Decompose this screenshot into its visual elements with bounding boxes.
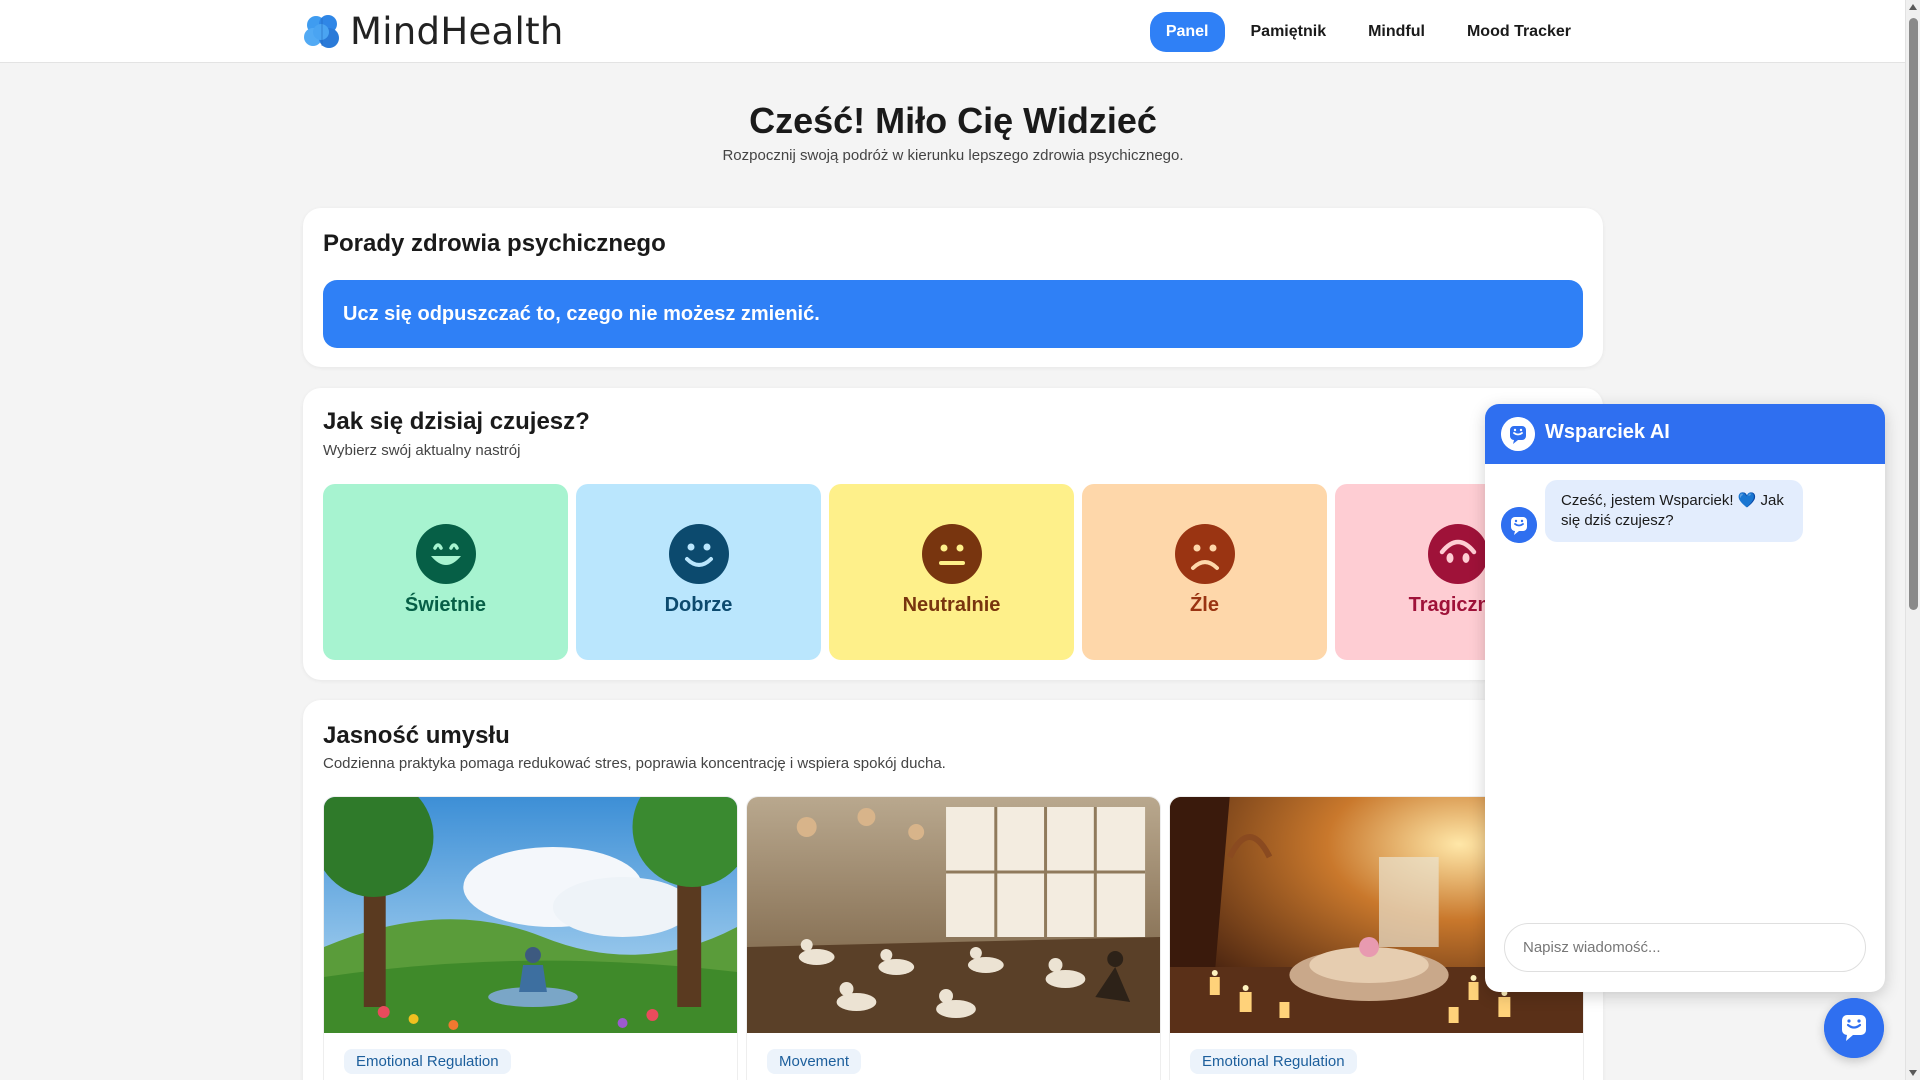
tip-banner: Ucz się odpuszczać to, czego nie możesz … (323, 280, 1583, 348)
practice-cards: Emotional Regulation Movement Emotional … (323, 796, 1584, 1080)
mood-option-great[interactable]: Świetnie (323, 484, 568, 660)
nav-mood-tracker[interactable]: Mood Tracker (1451, 12, 1587, 52)
page-subtitle: Rozpocznij swoją podróż w kierunku lepsz… (722, 147, 1184, 164)
chat-message-input[interactable] (1504, 923, 1866, 972)
mood-subtitle: Wybierz swój aktualny nastrój (323, 442, 521, 459)
chat-title: Wsparciek AI (1545, 421, 1670, 443)
mood-label-great: Świetnie (404, 594, 487, 616)
mood-card: Jak się dzisiaj czujesz? Wybierz swój ak… (303, 388, 1603, 680)
chat-toggle-button[interactable] (1824, 998, 1884, 1058)
page-title: Cześć! Miło Cię Widzieć (749, 100, 1157, 141)
smile-icon (668, 524, 729, 584)
chat-bot-icon (1501, 417, 1535, 451)
nav-panel[interactable]: Panel (1149, 12, 1225, 52)
main-nav: Panel Pamiętnik Mindful Mood Tracker (1149, 12, 1587, 52)
mood-label-bad: Źle (1190, 594, 1219, 616)
tips-title: Porady zdrowia psychicznego (323, 230, 666, 257)
chat-header: Wsparciek AI (1485, 404, 1885, 464)
mood-label-good: Dobrze (664, 594, 733, 616)
app-logo[interactable]: MindHealth (302, 10, 564, 53)
mood-option-bad[interactable]: Źle (1082, 484, 1327, 660)
bot-avatar-icon (1501, 507, 1537, 543)
tips-card: Porady zdrowia psychicznego Ucz się odpu… (303, 208, 1603, 367)
scrollbar-thumb[interactable] (1909, 18, 1918, 610)
brain-logo-icon (304, 14, 339, 48)
nav-mindful[interactable]: Mindful (1352, 12, 1441, 52)
nav-pamietnik[interactable]: Pamiętnik (1235, 12, 1343, 52)
app-name: MindHealth (350, 10, 564, 53)
neutral-face-icon (921, 524, 982, 584)
frown-icon (1174, 524, 1235, 584)
practice-card[interactable]: Emotional Regulation (323, 796, 738, 1080)
scroll-down-icon[interactable] (1909, 1070, 1917, 1076)
sad-face-icon (1427, 524, 1488, 584)
practice-tag: Emotional Regulation (344, 1049, 511, 1074)
mood-option-neutral[interactable]: Neutralnie (829, 484, 1074, 660)
clarity-title: Jasność umysłu (323, 722, 510, 749)
practice-tag: Movement (767, 1049, 862, 1074)
mood-title: Jak się dzisiaj czujesz? (323, 408, 590, 435)
mood-option-good[interactable]: Dobrze (576, 484, 821, 660)
bot-message: Cześć, jestem Wsparciek! 💙 Jak się dziś … (1545, 480, 1803, 542)
mood-label-neutral: Neutralnie (902, 594, 1001, 616)
page-scrollbar[interactable] (1905, 0, 1920, 1080)
grin-icon (415, 524, 476, 584)
yoga-studio-image (747, 797, 1160, 1033)
scroll-up-icon[interactable] (1909, 4, 1917, 10)
mood-options: Świetnie Dobrze Neutralnie Źle Tragiczni… (323, 484, 1580, 660)
top-header: MindHealth Panel Pamiętnik Mindful Mood … (0, 0, 1905, 63)
chat-widget: Wsparciek AI Cześć, jestem Wsparciek! 💙 … (1485, 404, 1885, 992)
clarity-subtitle: Codzienna praktyka pomaga redukować stre… (323, 755, 946, 772)
practice-card[interactable]: Movement (746, 796, 1161, 1080)
practice-tag: Emotional Regulation (1190, 1049, 1357, 1074)
meditation-nature-image (324, 797, 737, 1033)
clarity-card: Jasność umysłu Codzienna praktyka pomaga… (303, 700, 1603, 1080)
